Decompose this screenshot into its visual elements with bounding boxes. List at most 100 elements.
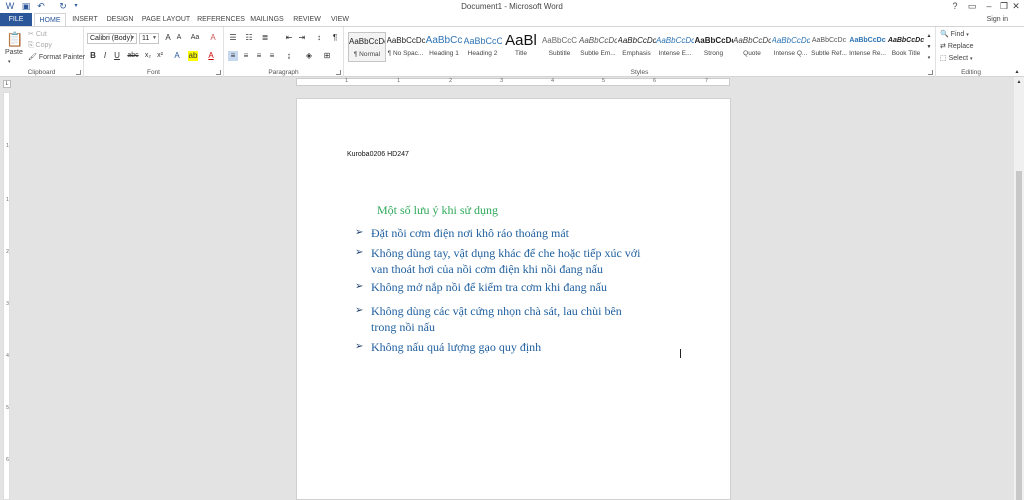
- document-page[interactable]: Kuroba0206 HD247 Một số lưu ý khi sử dụn…: [296, 98, 731, 500]
- italic-button[interactable]: I: [100, 51, 110, 61]
- font-size-select[interactable]: 11 ▼: [139, 33, 159, 44]
- bullet-text: Không nấu quá lượng gạo quy định: [371, 340, 542, 354]
- style-tile[interactable]: AaBbCcDc ¶ No Spac...: [387, 32, 425, 62]
- close-button[interactable]: ✕: [1008, 0, 1024, 13]
- change-case-button[interactable]: Aa: [188, 33, 202, 43]
- style-tile[interactable]: AaBbCcDc Intense E...: [656, 32, 694, 62]
- shrink-font-icon[interactable]: A: [174, 33, 184, 43]
- multilevel-list-icon[interactable]: ≣: [260, 33, 270, 43]
- format-painter-button[interactable]: 🖌 Format Painter: [28, 53, 85, 63]
- ruler-number: 4: [6, 353, 9, 359]
- strikethrough-button[interactable]: abc: [126, 51, 140, 61]
- tab-page-layout[interactable]: PAGE LAYOUT: [140, 13, 192, 26]
- style-tile[interactable]: AaBbCc Heading 1: [425, 32, 463, 62]
- line-spacing-icon[interactable]: ↨: [284, 51, 294, 61]
- copy-button[interactable]: ⎘ Copy: [28, 41, 52, 51]
- find-label: Find: [950, 31, 965, 38]
- grow-font-icon[interactable]: A: [163, 33, 173, 43]
- replace-button[interactable]: ⇄ Replace: [940, 42, 974, 52]
- align-center-icon[interactable]: ≡: [241, 51, 251, 61]
- style-name: ¶ Normal: [353, 51, 381, 58]
- select-button[interactable]: ⬚ Select ▾: [940, 54, 973, 64]
- align-left-icon[interactable]: ≡: [228, 51, 238, 61]
- font-color-icon[interactable]: A: [206, 51, 216, 61]
- style-preview: AaBbCcDc: [849, 37, 886, 44]
- style-tile[interactable]: AaBbCcDc Subtle Em...: [579, 32, 617, 62]
- style-tile[interactable]: AaBbCcDc Book Title: [887, 32, 925, 62]
- vertical-scrollbar[interactable]: ▲: [1014, 77, 1024, 500]
- superscript-button[interactable]: x²: [154, 51, 166, 61]
- tab-insert[interactable]: INSERT: [70, 13, 100, 26]
- style-tile[interactable]: AaBbCcDc Intense Q...: [772, 32, 810, 62]
- style-tile[interactable]: AaBbCcDc Strong: [695, 32, 733, 62]
- tab-file[interactable]: FILE: [0, 13, 32, 26]
- clipboard-launcher-icon[interactable]: [76, 70, 81, 75]
- arrow-bullet-icon: ➢: [355, 281, 364, 292]
- tab-view[interactable]: VIEW: [328, 13, 352, 26]
- style-tile[interactable]: AaBbCcDc ¶ Normal: [348, 32, 386, 62]
- style-tile[interactable]: AaBl Title: [502, 32, 540, 62]
- tab-references[interactable]: REFERENCES: [197, 13, 245, 26]
- bullets-icon[interactable]: ☰: [228, 33, 238, 43]
- shading-icon[interactable]: ◈: [304, 51, 314, 61]
- style-preview: AaBbCcC: [541, 36, 578, 45]
- text-effects-icon[interactable]: A: [172, 51, 182, 61]
- cut-button[interactable]: ✂ Cut: [28, 30, 47, 40]
- style-tile[interactable]: AaBbCcDc Subtle Ref...: [810, 32, 848, 62]
- styles-scroll-down-icon[interactable]: ▼: [924, 42, 934, 52]
- text-cursor: [680, 349, 681, 358]
- subscript-button[interactable]: x₂: [142, 51, 154, 61]
- styles-launcher-icon[interactable]: [928, 70, 933, 75]
- paragraph-launcher-icon[interactable]: [336, 70, 341, 75]
- font-launcher-icon[interactable]: [216, 70, 221, 75]
- paste-icon[interactable]: 📋: [6, 31, 23, 47]
- tab-review[interactable]: REVIEW: [290, 13, 324, 26]
- highlight-icon[interactable]: ab: [188, 51, 198, 61]
- help-button[interactable]: ?: [947, 0, 963, 13]
- sort-icon[interactable]: ↕: [314, 33, 324, 43]
- document-heading: Một số lưu ý khi sử dụng: [377, 203, 499, 217]
- find-button[interactable]: 🔍 Find ▾: [940, 30, 969, 40]
- style-tile[interactable]: AaBbCcDc Quote: [733, 32, 771, 62]
- ruler-number: 5: [6, 405, 9, 411]
- style-tile[interactable]: AaBbCcC Heading 2: [464, 32, 502, 62]
- chevron-down-icon: ▼: [130, 35, 135, 41]
- style-tile[interactable]: AaBbCcDc Intense Re...: [849, 32, 887, 62]
- tab-home[interactable]: HOME: [34, 13, 66, 27]
- numbering-icon[interactable]: ☷: [244, 33, 254, 43]
- ribbon-tabs: FILE HOME INSERT DESIGN PAGE LAYOUT REFE…: [0, 13, 1024, 27]
- sign-in-link[interactable]: Sign in: [987, 13, 1008, 26]
- horizontal-ruler[interactable]: 1 1 2 3 4 5 6 7: [296, 78, 730, 86]
- align-right-icon[interactable]: ≡: [254, 51, 264, 61]
- ribbon-display-icon[interactable]: ▭: [964, 0, 980, 13]
- underline-button[interactable]: U: [112, 51, 122, 61]
- clear-formatting-icon[interactable]: A: [208, 33, 218, 43]
- styles-more-icon[interactable]: ▾: [924, 53, 934, 63]
- collapse-ribbon-icon[interactable]: ▴: [1012, 67, 1022, 77]
- bold-button[interactable]: B: [88, 51, 98, 61]
- tab-mailings[interactable]: MAILINGS: [249, 13, 285, 26]
- tab-design[interactable]: DESIGN: [104, 13, 136, 26]
- window-title: Document1 - Microsoft Word: [461, 2, 563, 11]
- decrease-indent-icon[interactable]: ⇤: [284, 33, 294, 43]
- editing-group: 🔍 Find ▾ ⇄ Replace ⬚ Select ▾ Editing: [936, 27, 1006, 77]
- chevron-down-icon: ▾: [966, 32, 969, 38]
- scroll-up-icon[interactable]: ▲: [1014, 77, 1024, 87]
- minimize-button[interactable]: –: [981, 0, 997, 13]
- replace-label: Replace: [947, 43, 974, 50]
- style-name: Emphasis: [622, 50, 651, 57]
- document-header-text: Kuroba0206 HD247: [347, 151, 409, 158]
- justify-icon[interactable]: ≡: [267, 51, 277, 61]
- paste-dropdown-icon[interactable]: ▾: [8, 57, 11, 67]
- font-family-select[interactable]: Calibri (Body) ▼: [87, 33, 137, 44]
- vertical-ruler[interactable]: 1 1 2 3 4 5 6: [3, 92, 10, 500]
- style-preview: AaBbCcDc: [887, 37, 925, 44]
- increase-indent-icon[interactable]: ⇥: [297, 33, 307, 43]
- styles-scroll-up-icon[interactable]: ▲: [924, 31, 934, 41]
- style-tile[interactable]: AaBbCcDc Emphasis: [618, 32, 656, 62]
- tab-selector-icon[interactable]: L: [3, 80, 11, 88]
- style-tile[interactable]: AaBbCcC Subtitle: [541, 32, 579, 62]
- scrollbar-thumb[interactable]: [1016, 171, 1022, 500]
- borders-icon[interactable]: ⊞: [322, 51, 332, 61]
- show-hide-button[interactable]: ¶: [330, 33, 340, 43]
